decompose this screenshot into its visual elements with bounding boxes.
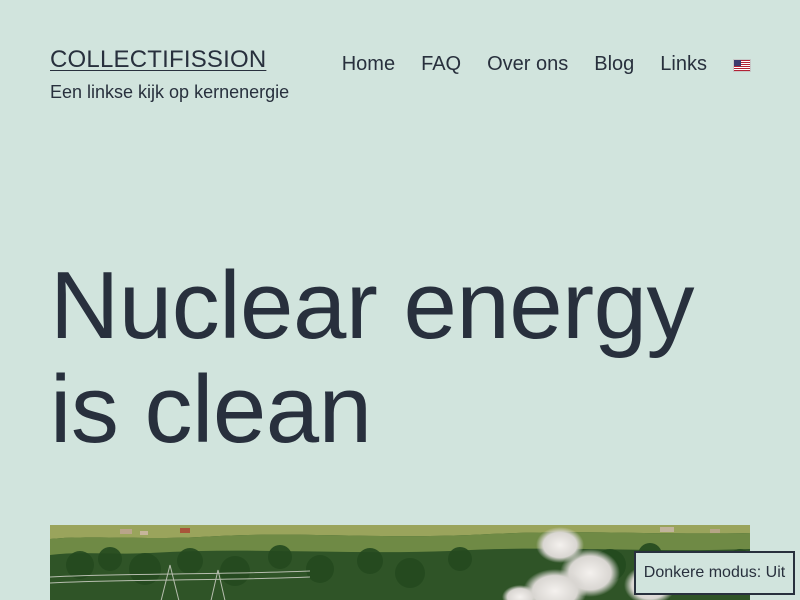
nav-item-over-ons[interactable]: Over ons [474,52,581,76]
page-title: Nuclear energy is clean [50,252,695,463]
nav-item-links[interactable]: Links [647,52,720,76]
site-branding: COLLECTIFISSION Een linkse kijk op kerne… [50,44,289,104]
nav-item-faq[interactable]: FAQ [408,52,474,76]
page: COLLECTIFISSION Een linkse kijk op kerne… [0,0,800,600]
site-title-link[interactable]: COLLECTIFISSION [50,44,266,76]
site-tagline: Een linkse kijk op kernenergie [50,82,290,102]
nav-item-home[interactable]: Home [329,52,408,76]
us-flag-icon[interactable] [733,58,751,72]
nav-item-blog[interactable]: Blog [581,52,647,76]
primary-navigation: Home FAQ Over ons Blog Links [329,52,751,76]
dark-mode-toggle-button[interactable]: Donkere modus: Uit [634,551,795,595]
